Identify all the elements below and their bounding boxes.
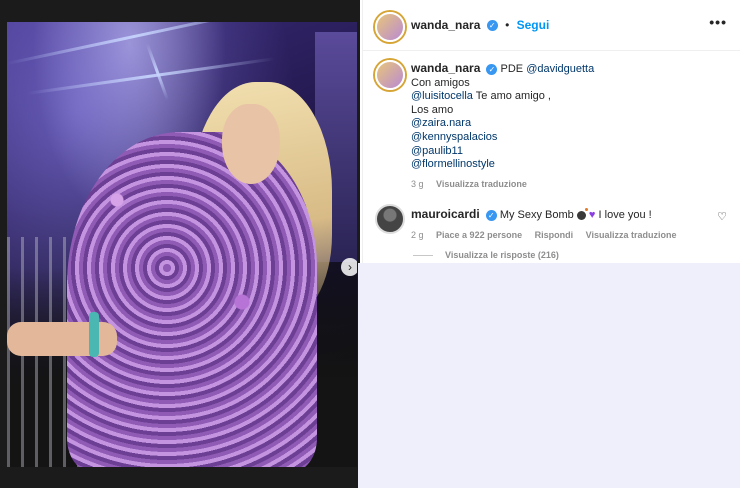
comment-text: My Sexy Bomb <box>499 209 574 221</box>
heart-outline-icon[interactable]: ♡ <box>717 210 727 223</box>
comment-time: 2 g <box>411 230 424 240</box>
caption-body: wanda_nara ✓ PDE @davidguetta Con amigos… <box>411 61 721 192</box>
face <box>222 104 280 184</box>
follow-button[interactable]: Segui <box>517 18 550 32</box>
author-line: wanda_nara ✓ • Segui <box>411 18 549 32</box>
comment-text: I love you ! <box>598 209 652 221</box>
mention-link[interactable]: @flormellinostyle <box>411 158 721 172</box>
replies-divider <box>413 254 433 256</box>
view-replies-button[interactable]: Visualizza le risposte (216) <box>413 250 559 260</box>
post-side-panel: wanda_nara ✓ • Segui ••• wanda_nara ✓ PD… <box>362 0 740 263</box>
post-photo[interactable]: › <box>7 22 357 467</box>
comment-likes[interactable]: Piace a 922 persone <box>436 230 522 240</box>
caption-line: Con amigos <box>411 76 470 89</box>
view-replies-label: Visualizza le risposte (216) <box>445 250 559 260</box>
translate-button[interactable]: Visualizza traduzione <box>436 179 527 189</box>
author-avatar[interactable] <box>375 12 405 42</box>
translate-button[interactable]: Visualizza traduzione <box>586 230 677 240</box>
purple-heart-icon: ♥ <box>588 209 596 221</box>
caption-line: wanda_nara ✓ PDE @davidguetta <box>411 61 721 77</box>
bomb-icon <box>576 207 588 220</box>
caption-line: Los amo <box>411 103 454 116</box>
mention-link[interactable]: @davidguetta <box>526 63 594 75</box>
bracelet <box>89 312 99 357</box>
mention-link[interactable]: @luisitocella <box>411 90 473 102</box>
chevron-right-icon[interactable]: › <box>341 258 357 276</box>
empty-area <box>358 263 740 488</box>
commenter-username[interactable]: mauroicardi <box>411 207 480 221</box>
reply-button[interactable]: Rispondi <box>535 230 574 240</box>
caption-meta: 3 g Visualizza traduzione <box>411 178 721 192</box>
comment-meta: 2 g Piace a 922 persone Rispondi Visuali… <box>411 228 711 242</box>
caption-line: @luisitocella Te amo amigo , <box>411 90 721 104</box>
arm <box>7 322 117 356</box>
post-header: wanda_nara ✓ • Segui ••• <box>363 0 740 51</box>
comment-body: mauroicardi ✓ My Sexy Bomb ♥ I love you … <box>411 207 711 242</box>
verified-icon: ✓ <box>485 209 497 221</box>
light-beam <box>7 22 262 65</box>
caption-username[interactable]: wanda_nara <box>411 61 480 75</box>
floral-outfit <box>67 132 317 467</box>
verified-icon: ✓ <box>486 63 498 75</box>
mention-link[interactable]: @zaira.nara <box>411 117 721 131</box>
more-options-icon[interactable]: ••• <box>709 14 727 30</box>
separator-dot: • <box>505 18 510 32</box>
caption-text: Te amo amigo , <box>472 90 551 103</box>
verified-icon: ✓ <box>486 20 498 32</box>
commenter-avatar[interactable] <box>375 204 405 234</box>
caption-time: 3 g <box>411 178 424 189</box>
caption-text: PDE <box>500 63 527 75</box>
mention-link[interactable]: @kennyspalacios <box>411 131 721 145</box>
author-username[interactable]: wanda_nara <box>411 18 480 32</box>
caption-avatar[interactable] <box>375 60 405 90</box>
mention-link[interactable]: @paulib11 <box>411 145 721 159</box>
